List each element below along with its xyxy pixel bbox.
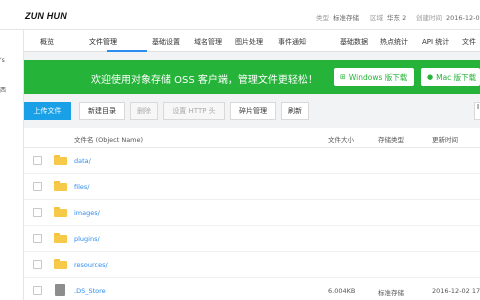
column-updated-header: 更新时间	[432, 136, 458, 144]
folder-icon	[54, 233, 67, 243]
banner-text: 欢迎使用对象存储 OSS 客户端，管理文件更轻松！	[91, 75, 318, 86]
refresh-button[interactable]: 刷新	[281, 102, 309, 120]
folder-icon	[54, 207, 67, 217]
upload-file-button[interactable]: 上传文件	[24, 102, 71, 120]
tab-basic-data[interactable]: 基础数据	[340, 37, 368, 47]
file-name-link[interactable]: .DS_Store	[74, 287, 106, 295]
tab-file-more[interactable]: 文件	[462, 37, 476, 47]
file-icon	[55, 284, 65, 296]
new-directory-button[interactable]: 新建目录	[79, 102, 125, 120]
row-checkbox[interactable]	[33, 182, 42, 191]
tab-basic-settings[interactable]: 基础设置	[152, 37, 180, 47]
column-storage-header: 存储类型	[378, 136, 404, 144]
type-value: 标准存储	[333, 14, 359, 22]
table-row[interactable]: files/	[24, 174, 480, 200]
table-row[interactable]: images/	[24, 200, 480, 226]
mac-download-label: Mac 版下载	[436, 72, 477, 82]
fragment-management-button[interactable]: 碎片管理	[230, 102, 276, 120]
folder-icon	[54, 181, 67, 191]
windows-download-label: Windows 版下载	[348, 72, 408, 82]
row-checkbox[interactable]	[33, 156, 42, 165]
bucket-region: 区域 华东 2	[370, 12, 406, 22]
created-value: 2016-12-02	[446, 14, 480, 22]
file-name-link[interactable]: files/	[74, 183, 89, 191]
folder-icon	[54, 259, 67, 269]
table-row[interactable]: resources/	[24, 252, 480, 278]
windows-icon: ⊞	[340, 73, 346, 81]
tab-overview[interactable]: 概览	[40, 37, 54, 47]
table-row[interactable]: .DS_Store 6.004KB 标准存储 2016-12-02 17:07	[24, 278, 480, 300]
row-checkbox[interactable]	[33, 260, 42, 269]
logo: ZUN HUN	[25, 11, 67, 21]
file-name-link[interactable]: images/	[74, 209, 100, 217]
active-tab-indicator	[107, 50, 147, 52]
file-toolbar: 上传文件 新建目录 删除 设置 HTTP 头 碎片管理 刷新	[24, 100, 480, 122]
file-name-link[interactable]: data/	[74, 157, 91, 165]
storage-type: 标准存储	[378, 289, 404, 297]
set-http-header-button[interactable]: 设置 HTTP 头	[163, 102, 225, 120]
table-header: 文件名 (Object Name) 文件大小 存储类型 更新时间	[24, 128, 480, 148]
file-name-link[interactable]: resources/	[74, 261, 108, 269]
table-row[interactable]: data/	[24, 148, 480, 174]
top-bar: ZUN HUN 类型标准存储 区域华东 2 创建时间 2016-12-02	[0, 0, 480, 30]
row-checkbox[interactable]	[33, 234, 42, 243]
updated-time: 2016-12-02 17:07	[432, 287, 480, 295]
bucket-created: 创建时间 2016-12-02	[416, 12, 480, 22]
sidebar: 's 西	[0, 30, 24, 300]
tab-hotspot-stats[interactable]: 热点统计	[380, 37, 408, 47]
tab-bar: 概览 文件管理 基础设置 域名管理 图片处理 事件通知 基础数据 热点统计 AP…	[24, 30, 480, 52]
file-name-link[interactable]: plugins/	[74, 235, 100, 243]
row-checkbox[interactable]	[33, 286, 42, 295]
created-label: 创建时间	[416, 14, 442, 22]
column-name-header[interactable]: 文件名 (Object Name)	[74, 134, 143, 144]
file-size: 6.004KB	[328, 287, 356, 295]
region-value: 华东 2	[387, 14, 407, 22]
mac-download-button[interactable]: ● Mac 版下载	[421, 68, 480, 86]
table-row[interactable]: plugins/	[24, 226, 480, 252]
client-download-banner: 欢迎使用对象存储 OSS 客户端，管理文件更轻松！ ⊞ Windows 版下载 …	[24, 60, 480, 94]
region-label: 区域	[370, 14, 383, 22]
windows-download-button[interactable]: ⊞ Windows 版下载	[334, 68, 414, 86]
tab-image-processing[interactable]: 图片处理	[235, 37, 263, 47]
file-table: 文件名 (Object Name) 文件大小 存储类型 更新时间 data/ f…	[24, 128, 480, 300]
sidebar-item[interactable]: 's	[0, 57, 12, 64]
tab-api-stats[interactable]: API 统计	[422, 37, 449, 47]
type-label: 类型	[316, 14, 329, 22]
folder-icon	[54, 155, 67, 165]
search-input[interactable]: I	[474, 102, 480, 120]
tab-file-management[interactable]: 文件管理	[89, 37, 117, 47]
column-size-header: 文件大小	[328, 136, 354, 144]
sidebar-item[interactable]: 西	[0, 85, 12, 94]
tab-domain-management[interactable]: 域名管理	[194, 37, 222, 47]
tab-event-notification[interactable]: 事件通知	[278, 37, 306, 47]
row-checkbox[interactable]	[33, 208, 42, 217]
delete-button[interactable]: 删除	[130, 102, 158, 120]
bucket-type: 类型 标准存储	[316, 12, 359, 22]
apple-icon: ●	[427, 73, 434, 81]
